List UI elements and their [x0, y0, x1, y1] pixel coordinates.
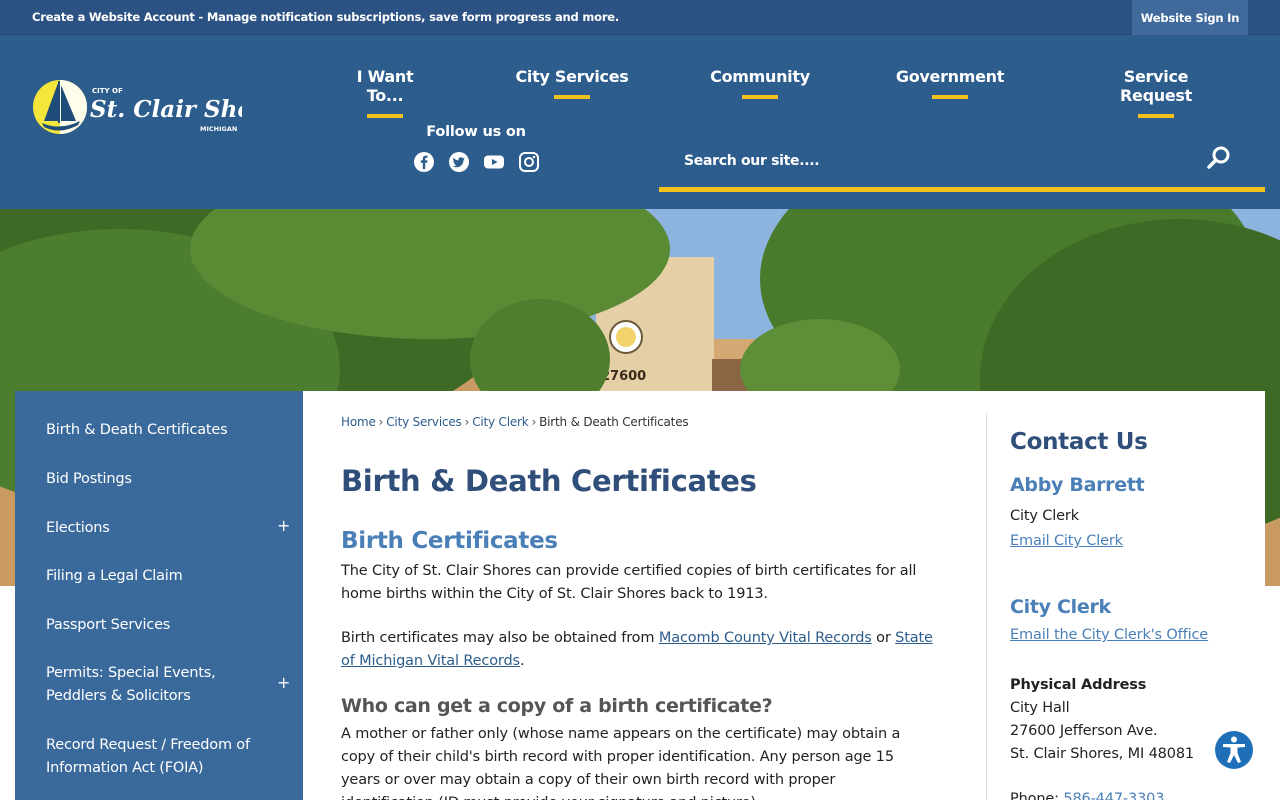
youtube-icon[interactable]	[483, 151, 505, 173]
logo-city-name: St. Clair Shores	[90, 96, 242, 123]
search-underline	[659, 187, 1265, 192]
paragraph-text: Birth certificates may also be obtained …	[341, 630, 659, 646]
paragraph-text: or	[871, 630, 896, 646]
account-message-text: - Manage notification subscriptions, sav…	[194, 10, 620, 24]
logo-city-of: CITY OF	[92, 87, 123, 95]
breadcrumb-separator: ›	[464, 415, 470, 429]
breadcrumb-home[interactable]: Home	[341, 415, 376, 429]
sidebar-item-filing-legal-claim[interactable]: Filing a Legal Claim	[46, 565, 183, 588]
sidebar-item-label: Information Act (FOIA)	[46, 760, 204, 776]
breadcrumb-separator: ›	[378, 415, 384, 429]
nav-underline	[742, 95, 778, 99]
section-title-birth-certificates: Birth Certificates	[341, 528, 558, 554]
search-input[interactable]	[659, 133, 1265, 189]
email-city-clerk-link[interactable]: Email City Clerk	[1010, 533, 1123, 549]
permits-expand-toggle[interactable]: +	[277, 673, 290, 692]
create-account-link[interactable]: Create a Website Account	[32, 10, 195, 24]
sidebar-nav: Birth & Death Certificates Bid Postings …	[15, 391, 303, 800]
nav-label: City Services	[515, 67, 629, 86]
sidebar-item-bid-postings[interactable]: Bid Postings	[46, 468, 132, 491]
website-sign-in-button[interactable]: Website Sign In	[1132, 0, 1248, 35]
follow-us-label: Follow us on	[426, 124, 526, 140]
site-search	[659, 133, 1265, 194]
sidebar-item-label: Permits: Special Events,	[46, 665, 216, 681]
email-city-clerk-office-link[interactable]: Email the City Clerk's Office	[1010, 627, 1208, 643]
phone-label: Phone:	[1010, 791, 1059, 800]
facebook-icon[interactable]	[413, 151, 435, 173]
site-header: CITY OF St. Clair Shores MICHIGAN I Want…	[0, 35, 1280, 209]
birth-certificates-paragraph: The City of St. Clair Shores can provide…	[341, 563, 917, 602]
nav-community[interactable]: Community	[708, 67, 812, 99]
instagram-icon[interactable]	[518, 151, 540, 173]
nav-label: Government	[895, 67, 1005, 86]
sidebar-item-record-request-foia[interactable]: Record Request / Freedom of Information …	[46, 734, 250, 780]
nav-city-services[interactable]: City Services	[515, 67, 629, 99]
contact-person-name: Abby Barrett	[1010, 474, 1145, 496]
account-message: Create a Website Account - Manage notifi…	[32, 10, 619, 24]
nav-label: Community	[710, 67, 810, 86]
nav-underline	[1138, 114, 1174, 118]
breadcrumb-current: Birth & Death Certificates	[539, 415, 689, 429]
nav-underline	[367, 114, 403, 118]
elections-expand-toggle[interactable]: +	[277, 516, 290, 535]
contact-person-role: City Clerk	[1010, 508, 1079, 524]
nav-underline	[932, 95, 968, 99]
breadcrumb-city-services[interactable]: City Services	[386, 415, 462, 429]
breadcrumb-separator: ›	[531, 415, 537, 429]
breadcrumb: Home › City Services › City Clerk › Birth & De…	[341, 415, 689, 429]
macomb-county-vital-records-link[interactable]: Macomb County Vital Records	[659, 630, 872, 646]
sidebar-item-permits[interactable]: Permits: Special Events, Peddlers & Soli…	[46, 662, 216, 708]
sidebar-item-elections[interactable]: Elections	[46, 517, 110, 540]
breadcrumb-city-clerk[interactable]: City Clerk	[472, 415, 529, 429]
address-line-2: 27600 Jefferson Ave.	[1010, 723, 1158, 739]
who-can-get-copy-paragraph: A mother or father only (whose name appe…	[341, 726, 901, 800]
address-line-1: City Hall	[1010, 700, 1070, 716]
phone-link[interactable]: 586-447-3303	[1063, 791, 1164, 800]
logo-state: MICHIGAN	[200, 125, 237, 133]
search-icon[interactable]	[1204, 143, 1234, 173]
accessibility-icon[interactable]	[1212, 728, 1256, 772]
contact-office-name: City Clerk	[1010, 596, 1111, 618]
city-logo[interactable]: CITY OF St. Clair Shores MICHIGAN	[32, 71, 242, 143]
physical-address-label: Physical Address	[1010, 677, 1147, 693]
nav-government[interactable]: Government	[894, 67, 1006, 99]
paragraph-text: .	[519, 653, 525, 669]
nav-label: Service Request	[1120, 67, 1192, 105]
nav-label: I Want To...	[356, 67, 414, 105]
sidebar-item-passport-services[interactable]: Passport Services	[46, 614, 170, 637]
sidebar-item-label: Record Request / Freedom of	[46, 737, 250, 753]
obtain-elsewhere-paragraph: Birth certificates may also be obtained …	[341, 627, 941, 673]
address-line-3: St. Clair Shores, MI 48081	[1010, 746, 1194, 762]
top-bar: Create a Website Account - Manage notifi…	[0, 0, 1280, 35]
sidebar-item-label: Peddlers & Solicitors	[46, 688, 191, 704]
twitter-icon[interactable]	[448, 151, 470, 173]
contact-us-title: Contact Us	[1010, 429, 1148, 455]
nav-service-request[interactable]: Service Request	[1088, 67, 1224, 118]
nav-i-want-to[interactable]: I Want To...	[336, 67, 434, 118]
who-can-get-copy-heading: Who can get a copy of a birth certificat…	[341, 695, 773, 717]
main-content: Home › City Services › City Clerk › Birth & De…	[303, 391, 1265, 800]
phone-line: Phone: 586-447-3303	[1010, 788, 1164, 800]
sidebar-item-birth-death-certificates[interactable]: Birth & Death Certificates	[46, 419, 228, 442]
page-title: Birth & Death Certificates	[341, 464, 757, 498]
nav-underline	[554, 95, 590, 99]
content-divider	[986, 413, 987, 800]
